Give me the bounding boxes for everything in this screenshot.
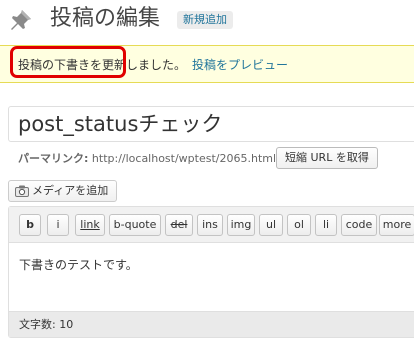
get-shortlink-button[interactable]: 短縮 URL を取得	[276, 147, 378, 169]
permalink-url[interactable]: http://localhost/wptest/2065.html	[92, 152, 276, 165]
notice-text: 投稿の下書きを更新しました。 投稿をプレビュー	[18, 57, 288, 73]
post-editor: b i link b-quote del ins img ul ol li co…	[8, 206, 414, 338]
li-button[interactable]: li	[315, 214, 337, 236]
ol-button[interactable]: ol	[287, 214, 311, 236]
bold-button[interactable]: b	[19, 214, 41, 236]
word-count-value: 10	[59, 318, 74, 331]
page-title: 投稿の編集	[50, 6, 161, 31]
del-button[interactable]: del	[165, 214, 193, 236]
ul-button[interactable]: ul	[259, 214, 283, 236]
update-notice: 投稿の下書きを更新しました。 投稿をプレビュー	[0, 45, 414, 83]
quicktags-toolbar: b i link b-quote del ins img ul ol li co…	[9, 207, 414, 243]
permalink-row: パーマリンク: http://localhost/wptest/2065.htm…	[18, 149, 276, 169]
editor-content[interactable]: 下書きのテストです。	[19, 257, 138, 273]
word-count-label: 文字数:	[19, 318, 56, 331]
preview-post-link[interactable]: 投稿をプレビュー	[192, 58, 288, 72]
word-count: 文字数: 10	[19, 317, 73, 333]
post-title-field[interactable]: post_statusチェック	[8, 106, 414, 142]
more-button[interactable]: more	[379, 214, 414, 236]
page-header: 投稿の編集 新規追加	[0, 0, 414, 42]
media-camera-icon	[15, 185, 29, 197]
add-media-button[interactable]: メディアを追加	[8, 180, 118, 202]
add-media-label: メディアを追加	[32, 184, 109, 197]
italic-button[interactable]: i	[47, 214, 69, 236]
editor-textarea[interactable]: 下書きのテストです。	[9, 243, 414, 311]
notice-message: 投稿の下書きを更新しました。	[18, 58, 187, 72]
link-button[interactable]: link	[75, 214, 105, 236]
img-button[interactable]: img	[227, 214, 255, 236]
code-button[interactable]: code	[341, 214, 377, 236]
blockquote-button[interactable]: b-quote	[109, 214, 161, 236]
add-new-button[interactable]: 新規追加	[177, 11, 233, 29]
ins-button[interactable]: ins	[197, 214, 223, 236]
permalink-label: パーマリンク:	[18, 152, 89, 165]
editor-status-bar: 文字数: 10	[9, 311, 414, 337]
pushpin-icon	[11, 10, 31, 30]
post-title-input[interactable]: post_statusチェック	[18, 110, 222, 138]
